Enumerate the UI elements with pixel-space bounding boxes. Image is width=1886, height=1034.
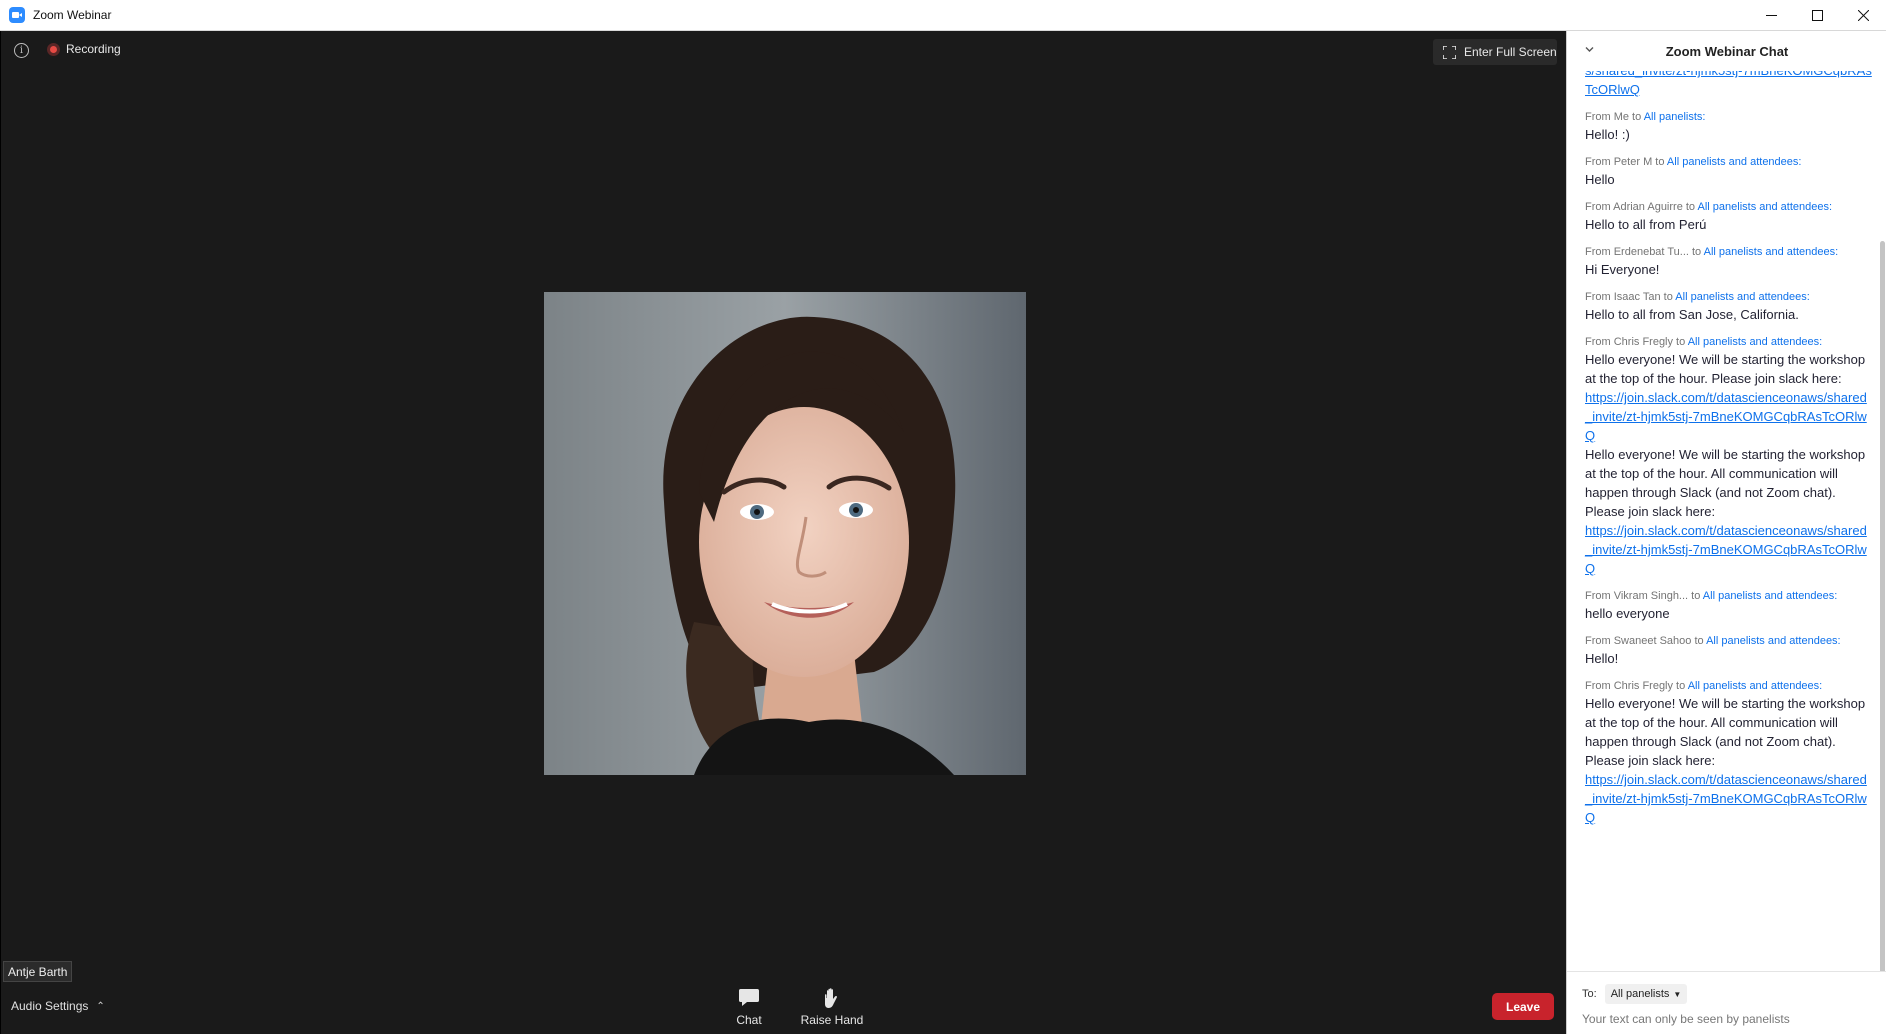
recipient-value: All panelists: [1610, 988, 1670, 1000]
chat-recipient[interactable]: All panelists and attendees:: [1704, 246, 1839, 258]
chat-message: From Adrian Aguirre to All panelists and…: [1585, 199, 1873, 234]
chat-message-text: Hi Everyone!: [1585, 262, 1660, 277]
leave-button[interactable]: Leave: [1492, 993, 1554, 1020]
chat-recipient[interactable]: All panelists:: [1644, 111, 1706, 123]
messages-container: s/shared_invite/zt-hjmk5stj-7mBneKOMGCqb…: [1585, 71, 1873, 837]
chat-message-list[interactable]: s/shared_invite/zt-hjmk5stj-7mBneKOMGCqb…: [1567, 71, 1886, 971]
chat-sender: From Erdenebat Tu... to: [1585, 246, 1704, 258]
chat-recipient[interactable]: All panelists and attendees:: [1675, 291, 1810, 303]
chat-recipient[interactable]: All panelists and attendees:: [1667, 156, 1802, 168]
chat-link[interactable]: https://join.slack.com/t/datascienceonaw…: [1585, 521, 1873, 578]
chat-sender: From Chris Fregly to: [1585, 680, 1688, 692]
fullscreen-label: Enter Full Screen: [1464, 45, 1557, 59]
chat-message: From Vikram Singh... to All panelists an…: [1585, 588, 1873, 623]
recording-dot-icon: [47, 42, 60, 56]
chat-sender: From Swaneet Sahoo to: [1585, 635, 1707, 647]
chat-recipient[interactable]: All panelists and attendees:: [1688, 336, 1823, 348]
chat-link[interactable]: s/shared_invite/zt-hjmk5stj-7mBneKOMGCqb…: [1585, 71, 1873, 99]
speaker-portrait: [544, 292, 1026, 775]
chat-sender: From Isaac Tan to: [1585, 291, 1676, 303]
chat-message-header: From Chris Fregly to All panelists and a…: [1585, 334, 1873, 350]
chevron-down-icon: ▼: [1673, 989, 1682, 999]
recording-label: Recording: [66, 42, 121, 56]
recipient-dropdown[interactable]: All panelists ▼: [1604, 984, 1688, 1004]
chat-title: Zoom Webinar Chat: [1665, 43, 1789, 59]
zoom-window: Zoom Webinar i Recording Enter Full Scre…: [0, 0, 1886, 1034]
recording-indicator[interactable]: Recording: [47, 42, 121, 56]
window-controls: [1748, 0, 1886, 31]
chat-recipient[interactable]: All panelists and attendees:: [1698, 201, 1833, 213]
chat-panel: Zoom Webinar Chat s/shared_invite/zt-hjm…: [1566, 31, 1886, 1034]
info-icon[interactable]: i: [14, 43, 29, 58]
chat-message: From Isaac Tan to All panelists and atte…: [1585, 289, 1873, 324]
chat-message-header: From Vikram Singh... to All panelists an…: [1585, 588, 1873, 604]
chat-message-text: Hello! :): [1585, 127, 1630, 142]
hand-icon: [822, 987, 842, 1009]
chat-sender: From Chris Fregly to: [1585, 336, 1688, 348]
chevron-up-icon: ⌃: [96, 1000, 105, 1012]
chat-message-text: Hello!: [1585, 651, 1619, 666]
chat-message-text: hello everyone: [1585, 606, 1670, 621]
chat-sender: From Peter M to: [1585, 156, 1667, 168]
chat-header: Zoom Webinar Chat: [1567, 31, 1886, 71]
chat-link[interactable]: https://join.slack.com/t/datascienceonaw…: [1585, 388, 1873, 445]
window-title: Zoom Webinar: [33, 8, 112, 22]
chat-message-header: From Swaneet Sahoo to All panelists and …: [1585, 633, 1873, 649]
chat-compose: To: All panelists ▼: [1567, 971, 1886, 1034]
raise-hand-button[interactable]: Raise Hand: [800, 987, 864, 1027]
chat-message: From Me to All panelists: Hello! :): [1585, 109, 1873, 144]
chat-message-header: From Chris Fregly to All panelists and a…: [1585, 678, 1873, 694]
chat-scrollbar[interactable]: [1880, 241, 1885, 971]
close-button[interactable]: [1840, 0, 1886, 31]
chat-sender: From Me to: [1585, 111, 1644, 123]
raise-hand-label: Raise Hand: [800, 1013, 864, 1027]
chat-label: Chat: [736, 1013, 762, 1027]
chat-recipient[interactable]: All panelists and attendees:: [1688, 680, 1823, 692]
chat-message: From Peter M to All panelists and attend…: [1585, 154, 1873, 189]
chat-message-text: Hello: [1585, 172, 1615, 187]
chat-message-header: From Me to All panelists:: [1585, 109, 1873, 125]
chat-link[interactable]: https://join.slack.com/t/datascienceonaw…: [1585, 770, 1873, 827]
chat-message-header: From Isaac Tan to All panelists and atte…: [1585, 289, 1873, 305]
chat-message-header: From Peter M to All panelists and attend…: [1585, 154, 1873, 170]
chat-sender: From Vikram Singh... to: [1585, 590, 1703, 602]
chat-bubble-icon: [738, 987, 760, 1009]
chat-sender: From Adrian Aguirre to: [1585, 201, 1698, 213]
partial-message: s/shared_invite/zt-hjmk5stj-7mBneKOMGCqb…: [1585, 71, 1873, 99]
to-label: To:: [1582, 988, 1597, 1000]
speaker-name-tag: Antje Barth: [3, 961, 73, 982]
zoom-app-icon: [9, 7, 25, 23]
chat-message-input[interactable]: [1582, 1009, 1872, 1029]
close-icon: [1857, 10, 1869, 21]
chat-message-text: Hello everyone! We will be starting the …: [1585, 447, 1866, 519]
chat-message: From Chris Fregly to All panelists and a…: [1585, 678, 1873, 827]
maximize-button[interactable]: [1794, 0, 1840, 31]
chat-message-text: Hello to all from Perú: [1585, 217, 1707, 232]
chat-message-header: From Erdenebat Tu... to All panelists an…: [1585, 244, 1873, 260]
title-bar: Zoom Webinar: [0, 0, 1886, 31]
chat-button[interactable]: Chat: [732, 987, 766, 1027]
maximize-icon: [1811, 10, 1823, 21]
chat-message: From Chris Fregly to All panelists and a…: [1585, 334, 1873, 578]
minimize-icon: [1765, 15, 1777, 16]
enter-full-screen-button[interactable]: Enter Full Screen: [1433, 39, 1557, 65]
chat-message-text: Hello to all from San Jose, California.: [1585, 307, 1799, 322]
recipient-row: To: All panelists ▼: [1582, 984, 1688, 1004]
chat-message-text: Hello everyone! We will be starting the …: [1585, 696, 1866, 768]
chat-message-text: Hello everyone! We will be starting the …: [1585, 352, 1866, 386]
chat-message-header: From Adrian Aguirre to All panelists and…: [1585, 199, 1873, 215]
chat-message: From Swaneet Sahoo to All panelists and …: [1585, 633, 1873, 668]
video-area: i Recording Enter Full Screen Antje Bart…: [0, 31, 1566, 1034]
chat-recipient[interactable]: All panelists and attendees:: [1706, 635, 1841, 647]
speaker-video: [544, 292, 1026, 775]
chat-message: From Erdenebat Tu... to All panelists an…: [1585, 244, 1873, 279]
audio-settings-button[interactable]: Audio Settings ⌃: [11, 999, 105, 1013]
fullscreen-icon: [1443, 45, 1456, 59]
chat-recipient[interactable]: All panelists and attendees:: [1703, 590, 1838, 602]
chevron-down-icon[interactable]: [1585, 45, 1594, 54]
audio-settings-label: Audio Settings: [11, 999, 89, 1013]
minimize-button[interactable]: [1748, 0, 1794, 31]
